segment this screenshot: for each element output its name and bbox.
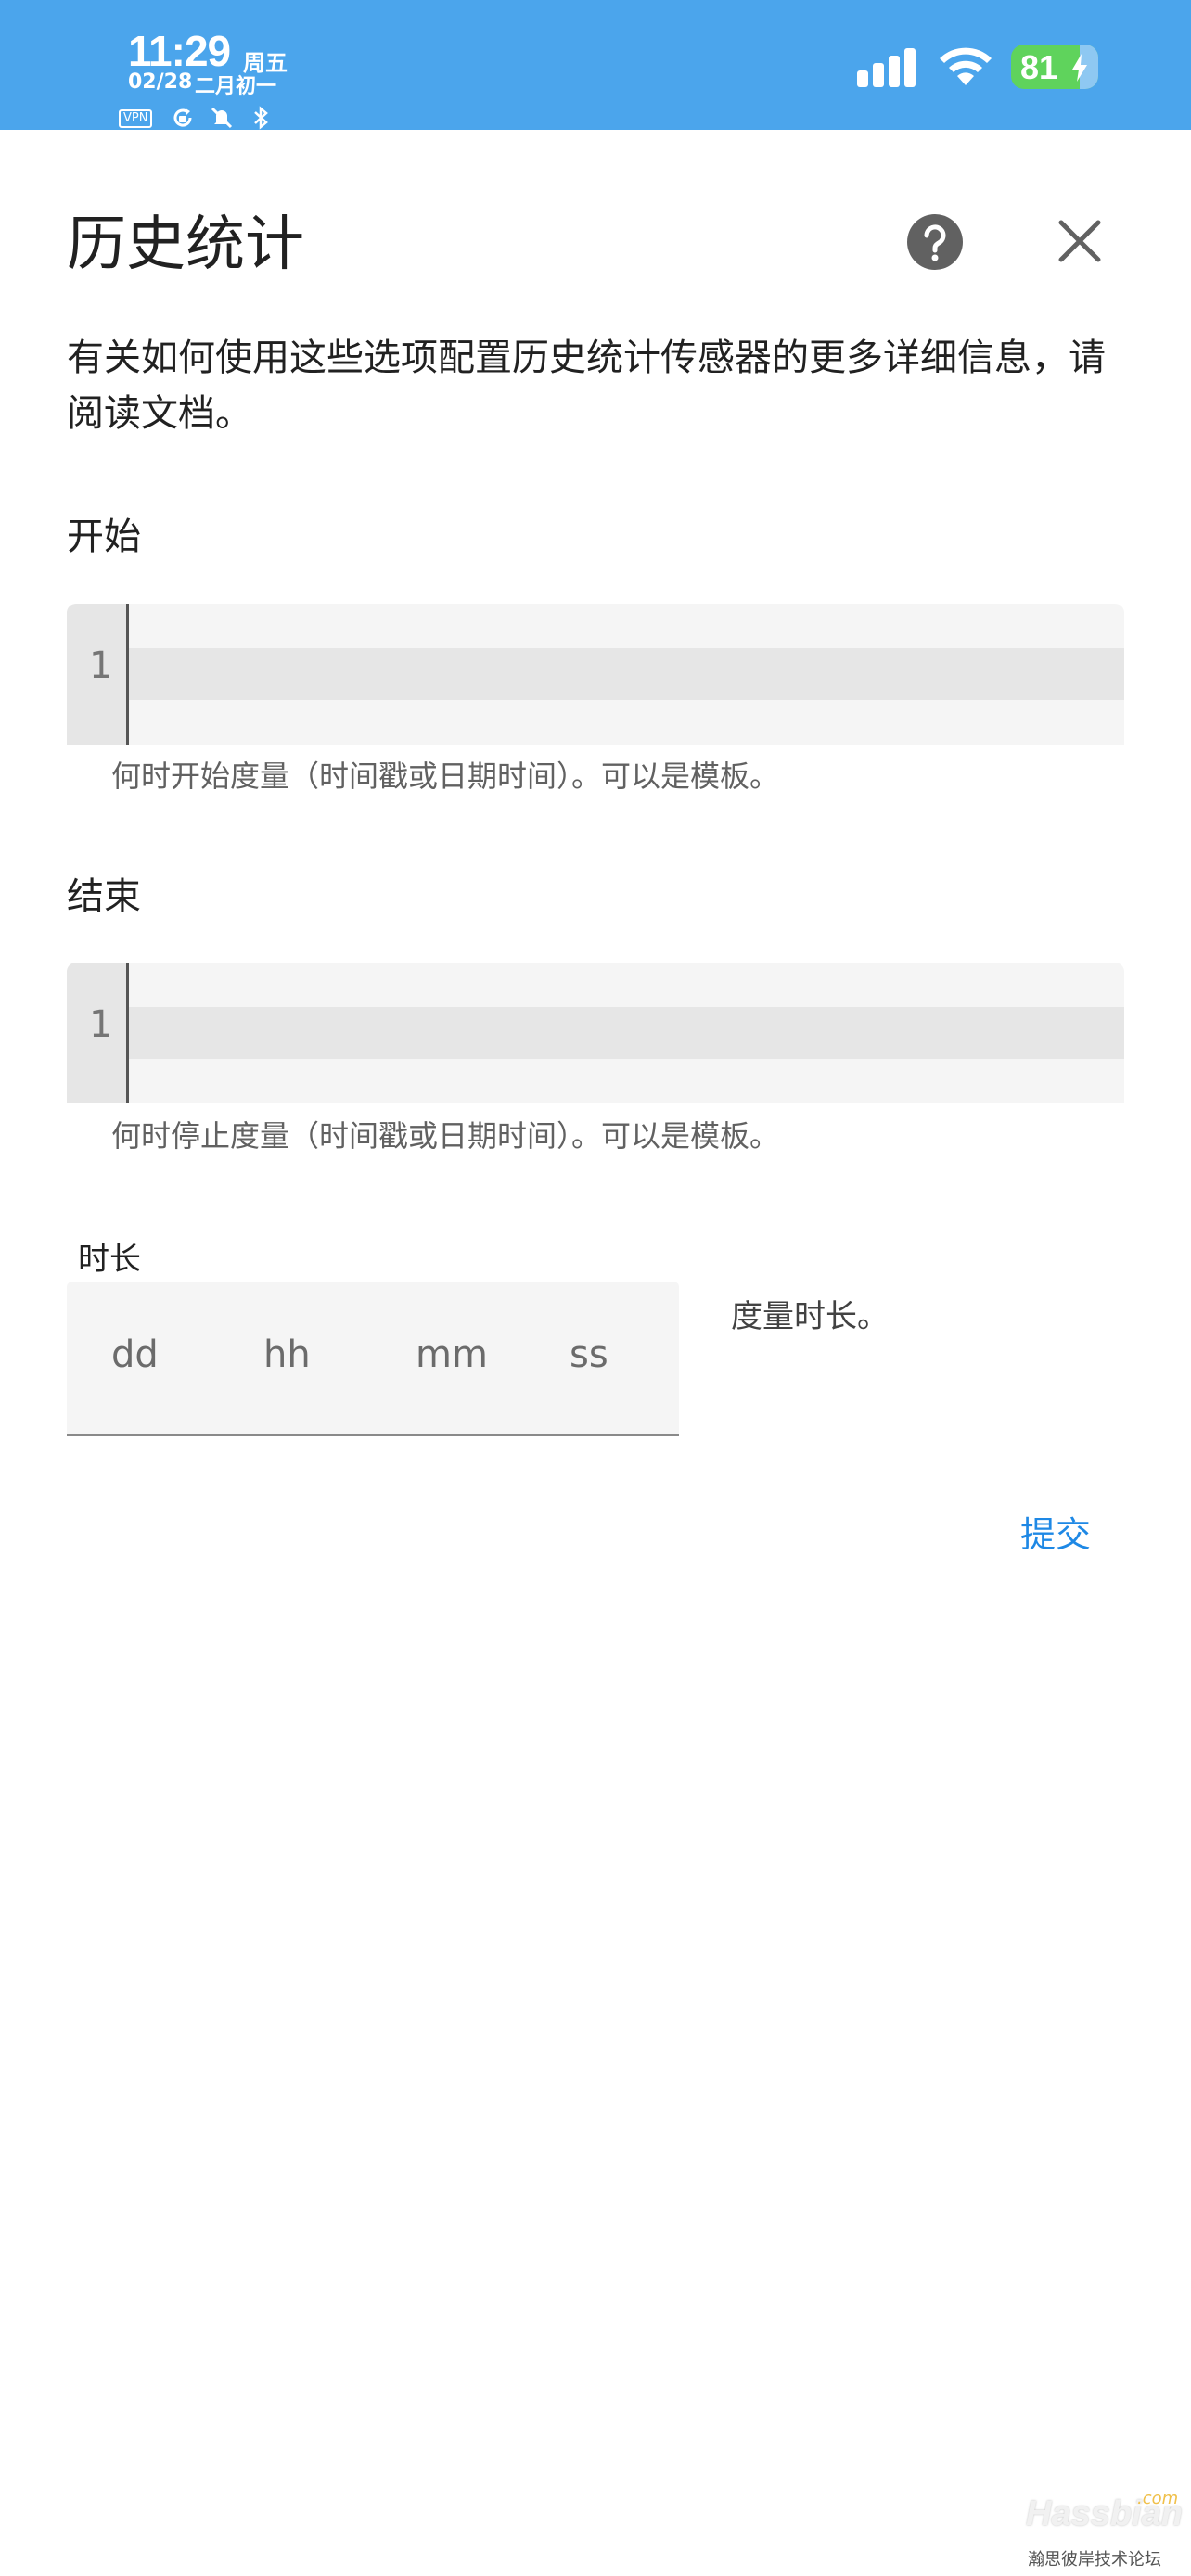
end-template-editor[interactable]: 1 [67, 963, 1124, 1103]
watermark-subtitle: 瀚思彼岸技术论坛 [1028, 2550, 1161, 2570]
battery-charging-icon: 81 [1011, 45, 1098, 89]
dialog-title: 历史统计 [67, 210, 304, 279]
status-bar: 11:29 周五 02/28 二月初一 VPN 81 [0, 0, 1191, 130]
duration-days-field[interactable]: dd [111, 1333, 159, 1376]
active-line[interactable] [129, 648, 1124, 700]
status-lunar-date: 二月初一 [195, 75, 277, 98]
start-template-editor[interactable]: 1 [67, 604, 1124, 745]
watermark: Hassbian .com 瀚思彼岸技术论坛 [1024, 2489, 1183, 2572]
duration-helper-text: 度量时长。 [731, 1298, 889, 1335]
start-helper-text: 何时开始度量（时间戳或日期时间）。可以是模板。 [111, 759, 780, 794]
duration-hours-field[interactable]: hh [263, 1333, 311, 1376]
vpn-icon: VPN [119, 109, 153, 128]
status-time: 11:29 [128, 27, 231, 75]
line-number: 1 [89, 1003, 113, 1046]
duration-input[interactable]: dd hh mm ss [67, 1282, 679, 1436]
line-number: 1 [89, 644, 113, 687]
end-label: 结束 [67, 875, 141, 918]
active-line[interactable] [129, 1007, 1124, 1059]
duration-seconds-field[interactable]: ss [570, 1333, 608, 1376]
wifi-icon [940, 47, 992, 85]
start-label: 开始 [67, 516, 141, 558]
watermark-domain: .com [1137, 2489, 1179, 2508]
bluetooth-icon [254, 106, 268, 130]
dialog-description: 有关如何使用这些选项配置历史统计传感器的更多详细信息，请阅读文档。 [67, 337, 1106, 435]
duration-label: 时长 [78, 1241, 141, 1278]
signal-icon [857, 48, 916, 87]
rotation-lock-icon [173, 108, 192, 127]
submit-button[interactable]: 提交 [1020, 1506, 1091, 1557]
close-icon[interactable] [1056, 217, 1104, 265]
battery-level: 81 [1020, 48, 1058, 86]
status-date: 02/28 [128, 70, 193, 94]
mute-icon [211, 107, 233, 129]
duration-minutes-field[interactable]: mm [416, 1333, 488, 1376]
end-helper-text: 何时停止度量（时间戳或日期时间）。可以是模板。 [111, 1118, 780, 1154]
help-circle-icon[interactable] [906, 213, 964, 271]
